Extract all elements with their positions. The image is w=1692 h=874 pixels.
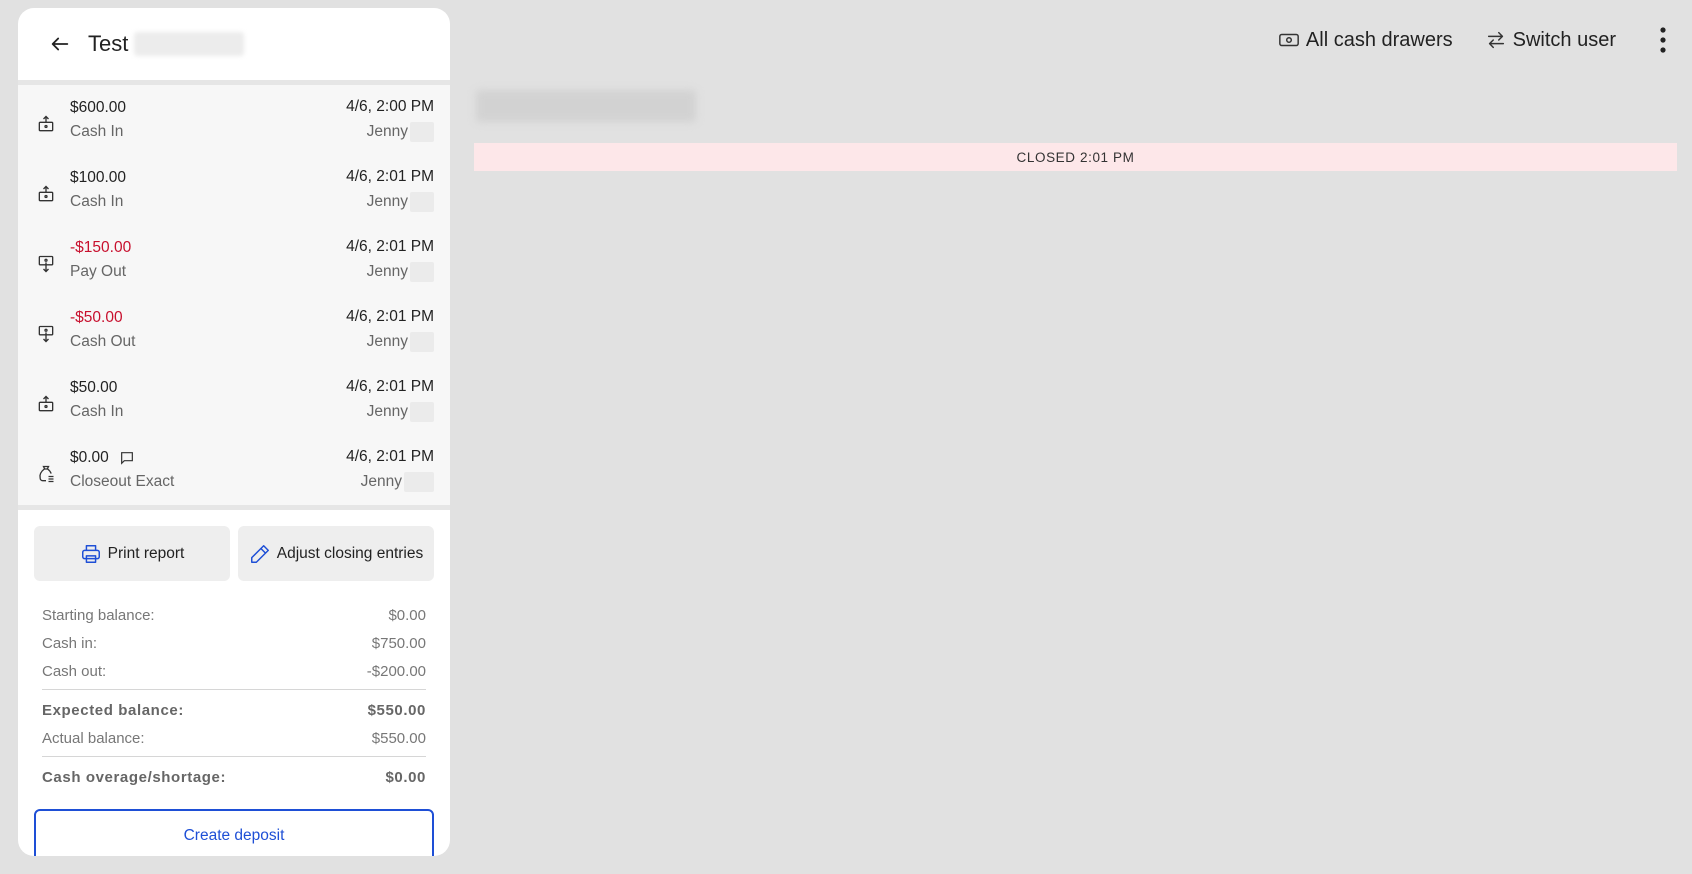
entry-row[interactable]: -$50.00 Cash Out 4/6, 2:01 PM Jenny <box>18 295 450 365</box>
entry-amount-wrap: $0.00 <box>70 449 346 467</box>
entry-type: Cash Out <box>70 333 136 350</box>
cash-in-icon <box>32 180 60 208</box>
comment-icon[interactable] <box>119 450 135 466</box>
redacted-user <box>410 402 434 422</box>
redacted-user <box>404 472 434 492</box>
cash-in-row: Cash in: $750.00 <box>42 629 426 657</box>
starting-balance-value: $0.00 <box>388 606 426 624</box>
entry-row[interactable]: -$150.00 Pay Out 4/6, 2:01 PM Jenny <box>18 225 450 295</box>
entry-amount: $0.00 <box>70 449 109 466</box>
redacted-user <box>410 262 434 282</box>
panel-title: Test <box>88 31 129 56</box>
redacted-title <box>134 32 245 56</box>
pay-out-icon <box>32 250 60 278</box>
entry-user: Jenny <box>366 333 408 350</box>
adjust-closing-entries-label: Adjust closing entries <box>276 544 424 562</box>
expected-balance-value: $550.00 <box>367 701 426 719</box>
more-menu-button[interactable] <box>1648 20 1678 60</box>
starting-balance-label: Starting balance: <box>42 606 155 624</box>
starting-balance-row: Starting balance: $0.00 <box>42 601 426 629</box>
divider <box>42 756 426 757</box>
more-vertical-icon <box>1660 27 1666 53</box>
entry-user: Jenny <box>366 193 408 210</box>
entry-time: 4/6, 2:00 PM <box>346 98 434 115</box>
print-report-label: Print report <box>107 544 185 562</box>
redacted-user <box>410 192 434 212</box>
panel-header: Test <box>18 8 450 85</box>
cash-overage-row: Cash overage/shortage: $0.00 <box>42 763 426 791</box>
entry-amount: $600.00 <box>70 99 127 116</box>
cash-drawer-panel: Test $600.00 Cash In 4/6, 2:00 PM Jenny … <box>18 8 450 856</box>
entry-time: 4/6, 2:01 PM <box>346 448 434 465</box>
cash-out-label: Cash out: <box>42 662 107 680</box>
entry-row[interactable]: $100.00 Cash In 4/6, 2:01 PM Jenny <box>18 155 450 225</box>
entry-amount: -$50.00 <box>70 309 123 326</box>
actual-balance-row: Actual balance: $550.00 <box>42 724 426 752</box>
back-button[interactable] <box>40 24 80 64</box>
swap-arrows-icon <box>1487 31 1504 49</box>
top-bar: All cash drawers Switch user <box>1278 20 1692 60</box>
entry-time: 4/6, 2:01 PM <box>346 308 434 325</box>
entry-user: Jenny <box>366 123 408 140</box>
cash-out-row: Cash out: -$200.00 <box>42 657 426 685</box>
cash-in-value: $750.00 <box>371 634 426 652</box>
entry-time: 4/6, 2:01 PM <box>346 168 434 185</box>
entry-user: Jenny <box>366 263 408 280</box>
all-cash-drawers-button[interactable]: All cash drawers <box>1278 29 1453 52</box>
print-report-button[interactable]: Print report <box>34 526 230 581</box>
switch-user-label: Switch user <box>1512 28 1616 51</box>
redacted-user <box>410 332 434 352</box>
entry-row[interactable]: $600.00 Cash In 4/6, 2:00 PM Jenny <box>18 85 450 155</box>
money-bag-icon <box>32 460 60 488</box>
redacted-user <box>410 122 434 142</box>
cash-out-value: -$200.00 <box>366 662 426 680</box>
entry-list: $600.00 Cash In 4/6, 2:00 PM Jenny $100.… <box>18 85 450 510</box>
switch-user-button[interactable]: Switch user <box>1485 29 1616 52</box>
entry-type: Cash In <box>70 193 124 210</box>
all-cash-drawers-label: All cash drawers <box>1305 28 1453 51</box>
expected-balance-label: Expected balance: <box>42 701 184 719</box>
entry-user: Jenny <box>360 473 402 490</box>
entry-row[interactable]: $50.00 Cash In 4/6, 2:01 PM Jenny <box>18 365 450 435</box>
pencil-icon <box>250 544 269 563</box>
redacted-drawer-name <box>476 90 696 122</box>
printer-icon <box>81 544 100 563</box>
entry-row[interactable]: $0.00 Closeout Exact 4/6, 2:01 PM Jenny <box>18 435 450 505</box>
entry-type: Cash In <box>70 403 124 420</box>
actual-balance-label: Actual balance: <box>42 729 145 747</box>
entry-amount: $50.00 <box>70 379 118 396</box>
entry-type: Pay Out <box>70 263 126 280</box>
expected-balance-row: Expected balance: $550.00 <box>42 696 426 724</box>
create-deposit-button[interactable]: Create deposit <box>34 809 434 856</box>
actual-balance-value: $550.00 <box>371 729 426 747</box>
cash-overage-value: $0.00 <box>385 768 426 786</box>
entry-time: 4/6, 2:01 PM <box>346 238 434 255</box>
entry-type: Cash In <box>70 123 124 140</box>
action-buttons: Print report Adjust closing entries <box>18 510 450 589</box>
cash-icon <box>1279 33 1299 47</box>
entry-amount: -$150.00 <box>70 239 132 256</box>
entry-type: Closeout Exact <box>70 473 175 490</box>
arrow-left-icon <box>51 37 69 51</box>
cash-in-icon <box>32 390 60 418</box>
closed-status-banner: CLOSED 2:01 PM <box>474 143 1677 171</box>
entry-time: 4/6, 2:01 PM <box>346 378 434 395</box>
cash-overage-label: Cash overage/shortage: <box>42 768 227 786</box>
entry-user: Jenny <box>366 403 408 420</box>
balance-summary: Starting balance: $0.00 Cash in: $750.00… <box>18 589 450 791</box>
closed-status-text: CLOSED 2:01 PM <box>1016 149 1135 165</box>
pay-out-icon <box>32 320 60 348</box>
entry-amount: $100.00 <box>70 169 127 186</box>
adjust-closing-entries-button[interactable]: Adjust closing entries <box>238 526 434 581</box>
divider <box>42 689 426 690</box>
cash-in-icon <box>32 110 60 138</box>
cash-in-label: Cash in: <box>42 634 98 652</box>
